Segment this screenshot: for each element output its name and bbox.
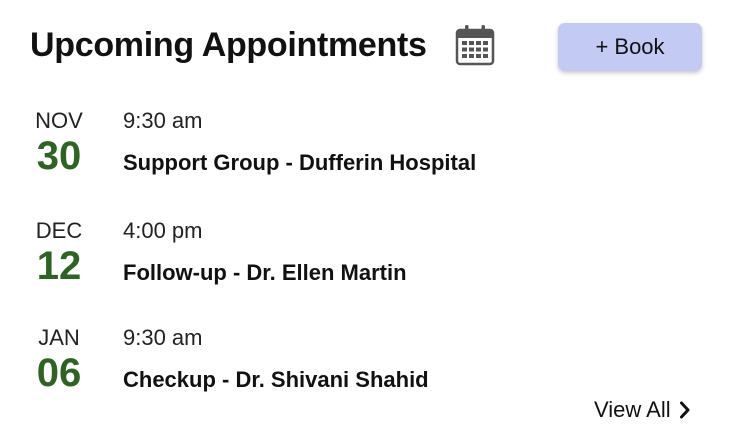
view-all-link[interactable]: View All <box>594 395 691 425</box>
appointment-time: 9:30 am <box>123 325 203 350</box>
appointment-item[interactable]: NOV 30 9:30 am Support Group - Dufferin … <box>20 108 700 196</box>
appointment-month: JAN <box>38 325 80 350</box>
appointment-title: Follow-up - Dr. Ellen Martin <box>123 260 407 285</box>
calendar-icon <box>455 24 495 66</box>
book-appointment-button[interactable]: + Book <box>558 23 702 71</box>
appointment-time: 9:30 am <box>123 108 203 133</box>
appointment-month: NOV <box>35 108 83 133</box>
appointment-time: 4:00 pm <box>123 218 203 243</box>
chevron-right-icon <box>679 401 691 419</box>
appointment-day: 12 <box>36 244 82 288</box>
appointment-title: Checkup - Dr. Shivani Shahid <box>123 367 429 392</box>
appointment-month: DEC <box>35 218 83 243</box>
appointment-title: Support Group - Dufferin Hospital <box>123 150 477 175</box>
appointment-item[interactable]: DEC 12 4:00 pm Follow-up - Dr. Ellen Mar… <box>20 218 700 306</box>
view-all-label: View All <box>594 397 671 422</box>
page-title: Upcoming Appointments <box>30 26 427 64</box>
appointments-header: Upcoming Appointments + Book <box>30 20 706 76</box>
appointment-day: 30 <box>36 134 82 178</box>
appointment-day: 06 <box>36 351 82 395</box>
